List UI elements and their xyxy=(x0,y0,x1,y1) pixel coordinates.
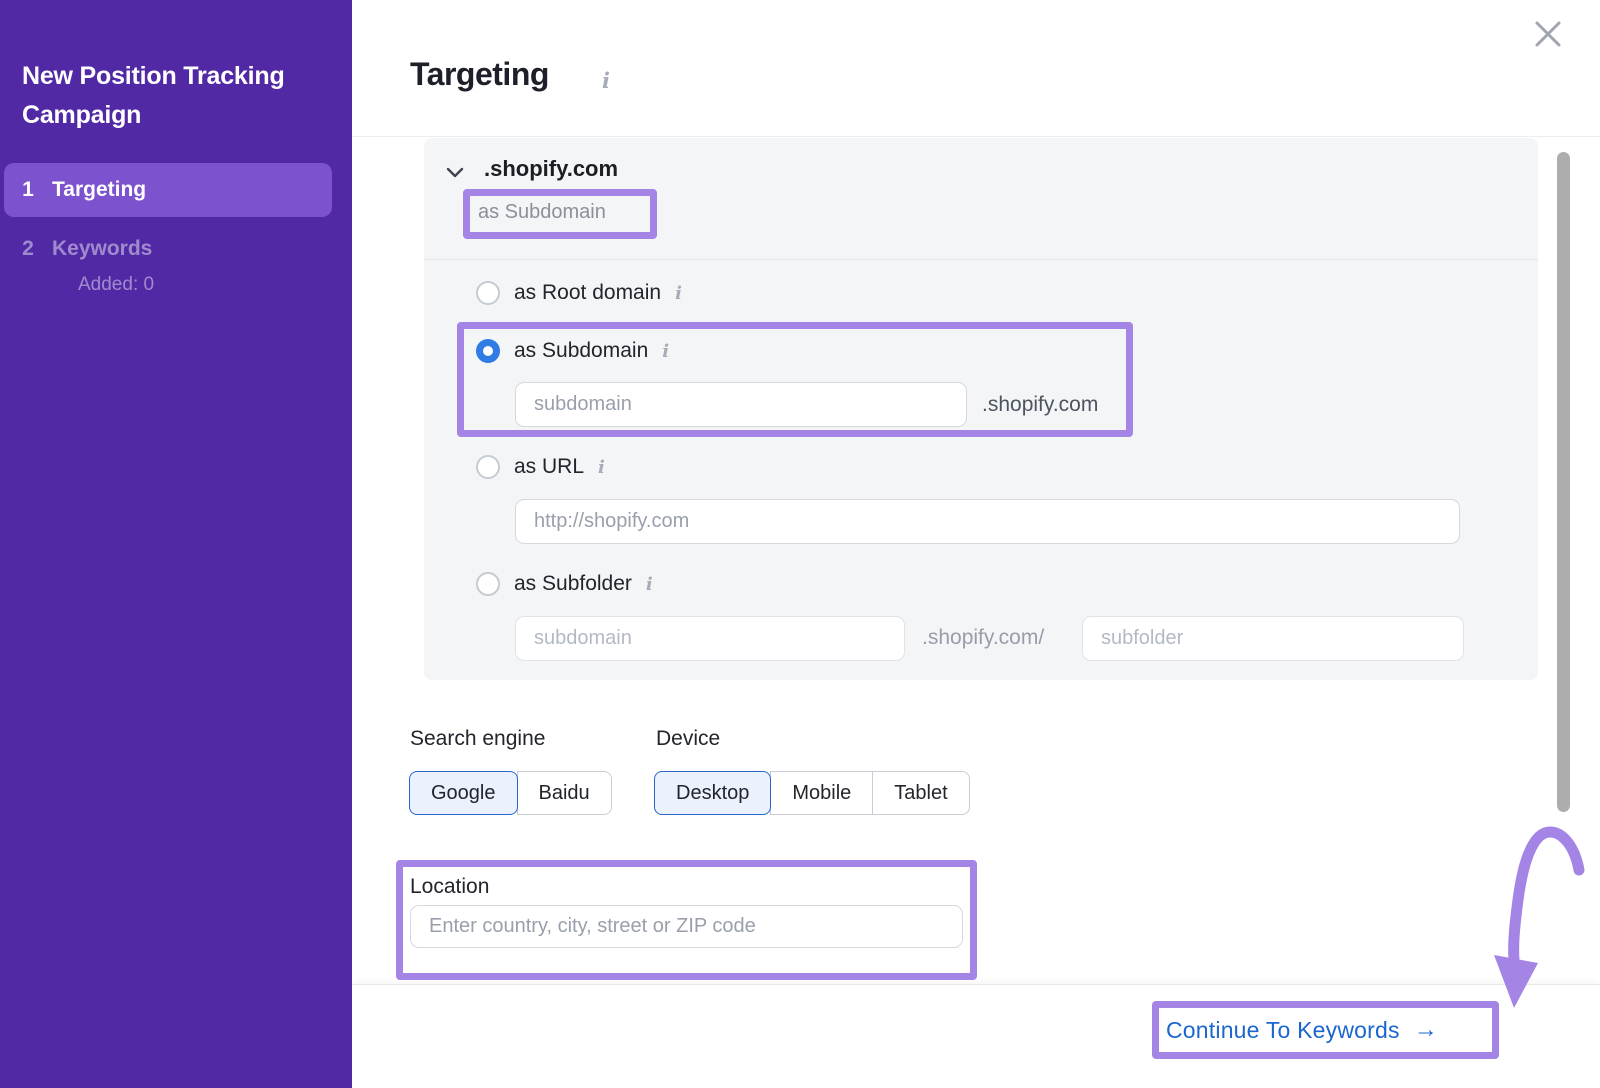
info-icon[interactable]: i xyxy=(675,283,682,304)
info-icon[interactable]: i xyxy=(662,341,669,362)
search-engine-google-button[interactable]: Google xyxy=(409,771,518,815)
radio-label: as Subfolder xyxy=(514,572,632,596)
radio-subdomain[interactable]: as Subdomain i xyxy=(476,339,669,363)
step-number: 1 xyxy=(4,178,52,202)
subdomain-suffix: .shopify.com xyxy=(982,393,1098,417)
search-engine-label: Search engine xyxy=(410,727,545,751)
radio-circle[interactable] xyxy=(476,281,500,305)
close-button[interactable] xyxy=(1526,12,1570,56)
subdomain-input[interactable] xyxy=(515,382,967,427)
radio-circle-selected[interactable] xyxy=(476,339,500,363)
device-toggle: Desktop Mobile Tablet xyxy=(654,771,970,815)
continue-label: Continue To Keywords xyxy=(1166,1017,1400,1044)
info-icon[interactable]: i xyxy=(602,68,610,93)
scrollbar-thumb[interactable] xyxy=(1557,152,1570,812)
radio-label: as URL xyxy=(514,455,584,479)
info-icon[interactable]: i xyxy=(598,457,605,478)
info-icon[interactable]: i xyxy=(646,574,653,595)
radio-label: as Root domain xyxy=(514,281,661,305)
url-input[interactable] xyxy=(515,499,1460,544)
continue-to-keywords-button[interactable]: Continue To Keywords → xyxy=(1166,1016,1438,1044)
domain-scope-summary: as Subdomain xyxy=(478,201,606,224)
arrow-right-icon: → xyxy=(1414,1016,1438,1044)
domain-name: .shopify.com xyxy=(484,156,618,182)
panel-divider xyxy=(424,259,1538,260)
page-title: Targeting xyxy=(410,56,549,93)
search-engine-baidu-button[interactable]: Baidu xyxy=(517,771,612,815)
keywords-added-count: Added: 0 xyxy=(78,274,154,296)
radio-subfolder[interactable]: as Subfolder i xyxy=(476,572,653,596)
sidebar-step-targeting[interactable]: 1 Targeting xyxy=(4,163,332,217)
collapse-domain-button[interactable] xyxy=(446,165,464,183)
wizard-title: New Position Tracking Campaign xyxy=(22,57,332,135)
device-label: Device xyxy=(656,727,720,751)
device-mobile-button[interactable]: Mobile xyxy=(770,771,873,815)
chevron-down-icon xyxy=(446,167,464,178)
modal-header: Targeting i xyxy=(352,0,1600,137)
wizard-sidebar: New Position Tracking Campaign 1 Targeti… xyxy=(0,0,352,1088)
sidebar-step-keywords[interactable]: 2 Keywords xyxy=(4,227,332,271)
radio-circle[interactable] xyxy=(476,572,500,596)
device-desktop-button[interactable]: Desktop xyxy=(654,771,771,815)
location-label: Location xyxy=(410,875,489,899)
subfolder-mid-text: .shopify.com/ xyxy=(922,626,1044,650)
radio-root-domain[interactable]: as Root domain i xyxy=(476,281,682,305)
location-input[interactable] xyxy=(410,905,963,948)
radio-label: as Subdomain xyxy=(514,339,648,363)
radio-url[interactable]: as URL i xyxy=(476,455,605,479)
step-label: Targeting xyxy=(52,178,146,202)
new-position-tracking-modal: New Position Tracking Campaign 1 Targeti… xyxy=(0,0,1600,1088)
step-label: Keywords xyxy=(52,237,152,261)
device-tablet-button[interactable]: Tablet xyxy=(872,771,969,815)
subfolder-input[interactable] xyxy=(1082,616,1464,661)
subfolder-subdomain-input[interactable] xyxy=(515,616,905,661)
search-engine-toggle: Google Baidu xyxy=(409,771,612,815)
close-icon xyxy=(1532,18,1564,50)
step-number: 2 xyxy=(4,237,52,261)
radio-circle[interactable] xyxy=(476,455,500,479)
